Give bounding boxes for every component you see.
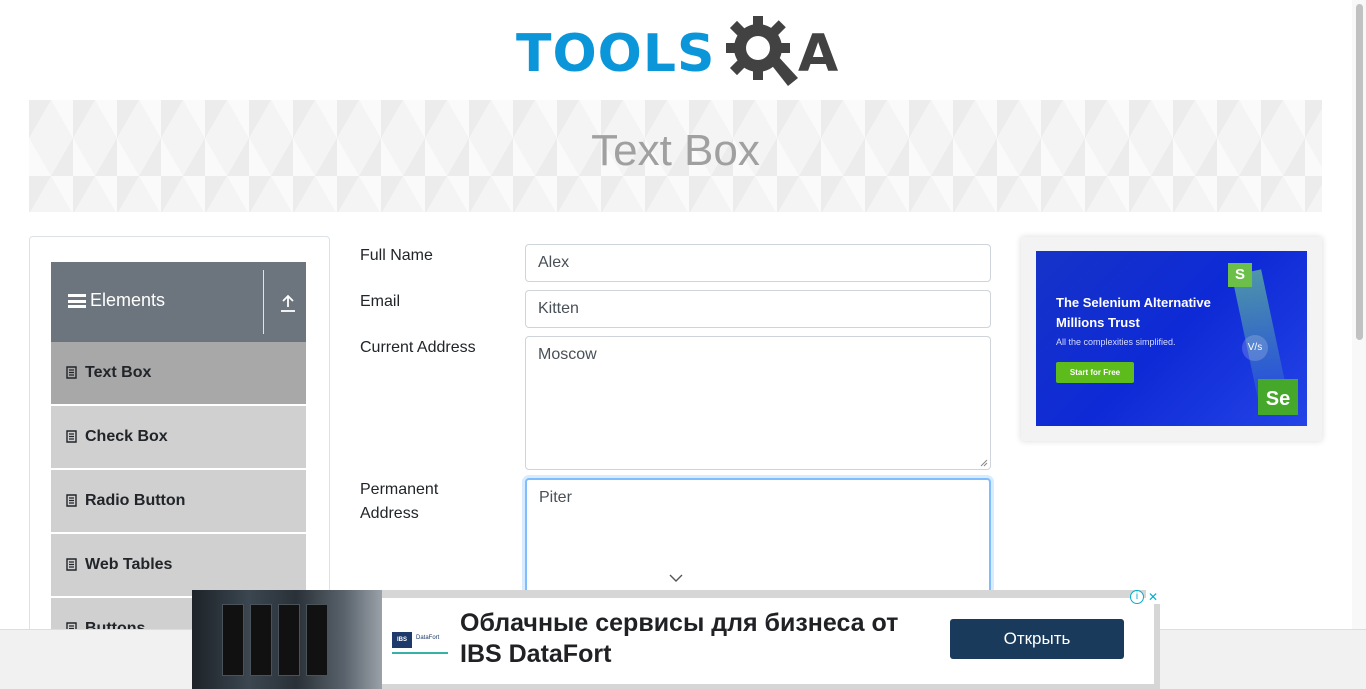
sidebar-item-label: Text Box (85, 364, 152, 381)
server-rack (222, 604, 244, 676)
scrollbar-thumb[interactable] (1356, 4, 1363, 340)
email-input[interactable]: Kitten (525, 290, 991, 328)
permanent-address-label: Permanent Address (360, 478, 438, 526)
header-divider (263, 270, 264, 334)
permanent-address-label-line2: Address (360, 505, 419, 522)
selenium-logo-icon: Se (1258, 379, 1298, 415)
bottom-ad-content[interactable]: IBS DataFort Облачные сервисы для бизнес… (382, 598, 1154, 684)
sidebar-item-label: Web Tables (85, 556, 173, 573)
sidebar-item-check-box[interactable]: Check Box (51, 406, 306, 469)
server-rack (250, 604, 272, 676)
sidebar-group-title: Elements (90, 290, 166, 310)
page-title: Text Box (591, 126, 760, 175)
email-label: Email (360, 293, 401, 310)
ad-badge-s: S (1228, 263, 1252, 287)
chevron-down-icon (669, 574, 683, 582)
server-rack (278, 604, 300, 676)
side-ad-start-button[interactable]: Start for Free (1056, 362, 1134, 383)
close-icon[interactable]: ✕ (1146, 590, 1160, 604)
current-address-value: Moscow (538, 346, 597, 363)
sidebar-item-web-tables[interactable]: Web Tables (51, 534, 306, 597)
sidebar-item-label: Radio Button (85, 492, 186, 509)
current-address-label: Current Address (360, 339, 476, 356)
sidebar-item-radio-button[interactable]: Radio Button (51, 470, 306, 533)
gear-icon (726, 16, 798, 86)
full-name-label: Full Name (360, 247, 433, 264)
sidebar-group-elements[interactable]: Elements (51, 262, 306, 342)
file-icon (66, 430, 77, 443)
toolsqa-logo[interactable]: TOOLS A (516, 14, 840, 90)
permanent-address-label-line1: Permanent (360, 481, 439, 498)
side-ad-creative[interactable]: The Selenium Alternative Millions Trust … (1036, 251, 1307, 426)
page-banner: Text Box (29, 100, 1322, 212)
bottom-ad-open-button[interactable]: Открыть (950, 619, 1124, 659)
page: TOOLS A Text Box Elements Text Box Check… (0, 0, 1366, 689)
logo-text: TOOLS (516, 24, 716, 84)
permanent-address-value: Piter (539, 489, 572, 506)
file-icon (66, 494, 77, 507)
current-address-textarea[interactable]: Moscow (525, 336, 991, 470)
file-icon (66, 558, 77, 571)
page-scrollbar[interactable] (1352, 0, 1366, 629)
sidebar-item-label: Check Box (85, 428, 168, 445)
server-room-image (192, 590, 382, 689)
hamburger-icon (68, 294, 86, 308)
adchoices-icon[interactable]: i (1130, 590, 1144, 604)
collapse-icon[interactable] (279, 293, 297, 313)
logo-letter-a: A (798, 24, 839, 84)
bottom-advertisement[interactable]: IBS DataFort Облачные сервисы для бизнес… (192, 590, 1160, 689)
sidebar-item-text-box[interactable]: Text Box (51, 342, 306, 405)
ad-badge-vs: V/s (1242, 335, 1268, 361)
ibs-logo-mark: IBS (392, 632, 412, 648)
ibs-datafort-logo: IBS DataFort (392, 630, 448, 654)
side-advertisement[interactable]: The Selenium Alternative Millions Trust … (1021, 237, 1322, 441)
ibs-logo-underline (392, 652, 448, 654)
bottom-ad-headline: Облачные сервисы для бизнеса от IBS Data… (460, 609, 899, 668)
full-name-input[interactable]: Alex (525, 244, 991, 282)
file-icon (66, 366, 77, 379)
permanent-address-textarea[interactable]: Piter (525, 478, 991, 608)
ibs-logo-name: DataFort (416, 635, 440, 641)
side-ad-subtitle: All the complexities simplified. (1056, 337, 1176, 347)
resize-handle-icon[interactable] (980, 459, 988, 467)
server-rack (306, 604, 328, 676)
side-ad-title: The Selenium Alternative Millions Trust (1056, 295, 1211, 330)
